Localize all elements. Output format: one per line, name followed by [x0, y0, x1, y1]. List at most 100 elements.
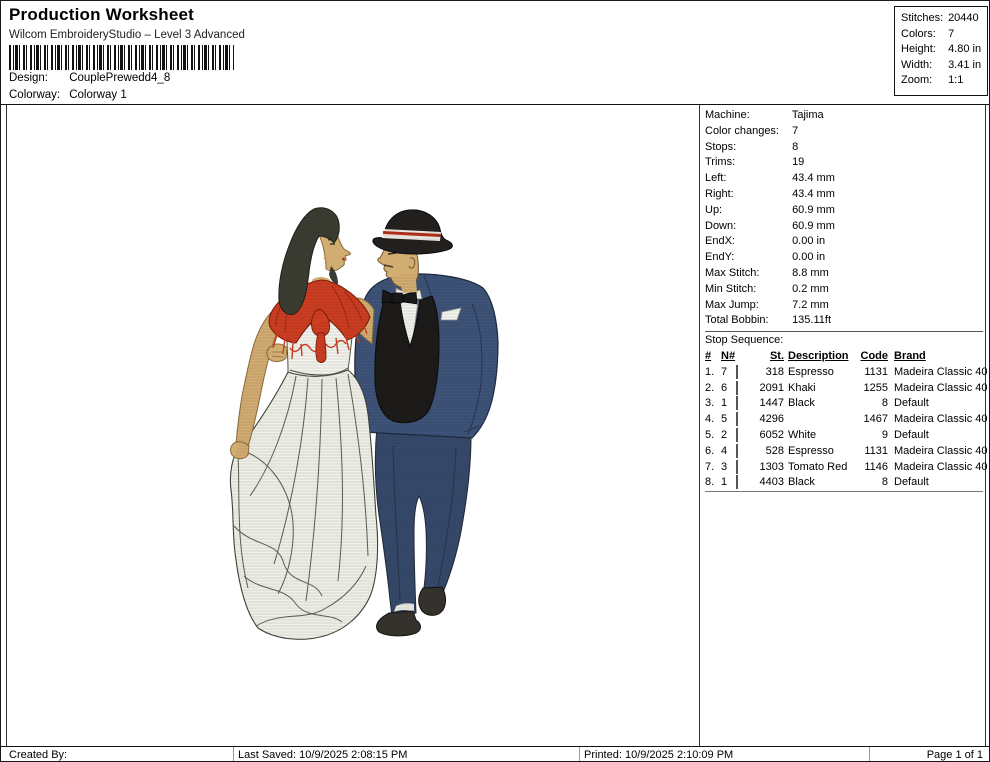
seq-needle: 2: [721, 429, 736, 441]
col-description: Description: [784, 350, 852, 362]
stop-sequence-row: 8. 1 4403 Black 8 Default: [705, 475, 983, 491]
machine-info-label: Max Jump:: [705, 298, 789, 314]
summary-value: 20440: [948, 12, 979, 24]
thread-color-swatch: [736, 381, 738, 395]
machine-info-label: Down:: [705, 219, 789, 235]
machine-info-value: Tajima: [792, 109, 824, 121]
created-by-label: Created By:: [9, 749, 67, 761]
machine-info-value: 43.4 mm: [792, 172, 835, 184]
last-saved-text: Last Saved: 10/9/2025 2:08:15 PM: [238, 749, 407, 761]
stop-sequence-row: 7. 3 1303 Tomato Red 1146 Madeira Classi…: [705, 459, 983, 475]
machine-info-value: 0.2 mm: [792, 283, 829, 295]
machine-info-label: Left:: [705, 171, 789, 187]
colorway-label: Colorway:: [9, 89, 66, 101]
woman-earring: [324, 257, 327, 260]
summary-label: Zoom:: [901, 73, 945, 89]
machine-info-row: Color changes: 7: [705, 124, 983, 140]
seq-description: Black: [784, 397, 852, 409]
summary-row: Stitches: 20440: [901, 11, 987, 27]
footer-separator: [233, 747, 234, 762]
seq-brand: Madeira Classic 40: [888, 382, 988, 394]
col-stitches: St.: [756, 350, 784, 362]
seq-stitch-count: 1447: [756, 397, 784, 409]
seq-needle: 5: [721, 413, 736, 425]
thread-color-swatch: [736, 428, 738, 442]
machine-info-row: Stops: 8: [705, 140, 983, 156]
seq-brand: Madeira Classic 40: [888, 461, 988, 473]
machine-info-row: Total Bobbin: 135.11ft: [705, 313, 983, 329]
seq-stitch-count: 4296: [756, 413, 784, 425]
summary-row: Colors: 7: [901, 27, 987, 43]
machine-info-value: 8: [792, 141, 798, 153]
stop-sequence-row: 4. 5 4296 1467 Madeira Classic 40: [705, 411, 983, 427]
seq-code: 8: [852, 476, 888, 488]
col-needle: N#: [721, 350, 736, 362]
seq-stitch-count: 1303: [756, 461, 784, 473]
summary-value: 4.80 in: [948, 43, 981, 55]
col-brand: Brand: [888, 350, 987, 362]
embroidery-design-couple: [226, 196, 516, 656]
design-value: CouplePrewedd4_8: [69, 72, 170, 84]
printed-text: Printed: 10/9/2025 2:10:09 PM: [584, 749, 733, 761]
seq-needle: 1: [721, 476, 736, 488]
seq-description: White: [784, 429, 852, 441]
machine-info-label: EndY:: [705, 250, 789, 266]
machine-info-value: 8.8 mm: [792, 267, 829, 279]
machine-info-row: Max Jump: 7.2 mm: [705, 298, 983, 314]
stop-sequence-rows: 1. 7 318 Espresso 1131 Madeira Classic 4…: [705, 364, 983, 492]
machine-info-value: 60.9 mm: [792, 220, 835, 232]
machine-info-row: EndY: 0.00 in: [705, 250, 983, 266]
footer-separator: [869, 747, 870, 762]
machine-info-row: Machine: Tajima: [705, 108, 983, 124]
summary-row: Width: 3.41 in: [901, 58, 987, 74]
design-row: Design: CouplePrewedd4_8: [9, 72, 170, 84]
seq-code: 8: [852, 397, 888, 409]
seq-description: Khaki: [784, 382, 852, 394]
seq-code: 9: [852, 429, 888, 441]
stop-sequence-title: Stop Sequence:: [705, 332, 987, 348]
machine-info-list: Machine: Tajima Color changes: 7 Stops: …: [705, 108, 983, 332]
machine-info-panel: Machine: Tajima Color changes: 7 Stops: …: [700, 105, 987, 746]
machine-info-value: 19: [792, 156, 804, 168]
machine-info-value: 0.00 in: [792, 235, 825, 247]
machine-info-value: 135.11ft: [792, 314, 831, 326]
summary-label: Colors:: [901, 27, 945, 43]
seq-stitch-count: 4403: [756, 476, 784, 488]
seq-code: 1131: [852, 445, 888, 457]
thread-color-swatch: [736, 444, 738, 458]
man-shoe-right: [419, 587, 446, 615]
machine-info-label: Max Stitch:: [705, 266, 789, 282]
seq-stitch-count: 2091: [756, 382, 784, 394]
colorway-value: Colorway 1: [69, 89, 127, 101]
stop-sequence-row: 3. 1 1447 Black 8 Default: [705, 396, 983, 412]
seq-num: 6.: [705, 445, 721, 457]
summary-label: Width:: [901, 58, 945, 74]
seq-code: 1467: [852, 413, 888, 425]
thread-color-swatch: [736, 365, 738, 379]
summary-value: 3.41 in: [948, 59, 981, 71]
seq-description: Tomato Red: [784, 461, 852, 473]
seq-needle: 3: [721, 461, 736, 473]
machine-info-value: 43.4 mm: [792, 188, 835, 200]
seq-code: 1146: [852, 461, 888, 473]
seq-brand: Madeira Classic 40: [888, 445, 988, 457]
summary-row: Height: 4.80 in: [901, 42, 987, 58]
thread-color-swatch: [736, 396, 738, 410]
thread-color-swatch: [736, 412, 738, 426]
machine-info-row: Left: 43.4 mm: [705, 171, 983, 187]
summary-value: 1:1: [948, 74, 963, 86]
seq-needle: 6: [721, 382, 736, 394]
machine-info-label: Trims:: [705, 155, 789, 171]
design-barcode: [9, 45, 234, 70]
machine-info-row: EndX: 0.00 in: [705, 234, 983, 250]
seq-stitch-count: 318: [756, 366, 784, 378]
seq-brand: Madeira Classic 40: [888, 413, 988, 425]
machine-info-row: Min Stitch: 0.2 mm: [705, 282, 983, 298]
machine-info-row: Down: 60.9 mm: [705, 219, 983, 235]
seq-num: 5.: [705, 429, 721, 441]
seq-brand: Default: [888, 397, 983, 409]
seq-num: 7.: [705, 461, 721, 473]
seq-description: Espresso: [784, 366, 852, 378]
seq-needle: 4: [721, 445, 736, 457]
seq-brand: Madeira Classic 40: [888, 366, 988, 378]
